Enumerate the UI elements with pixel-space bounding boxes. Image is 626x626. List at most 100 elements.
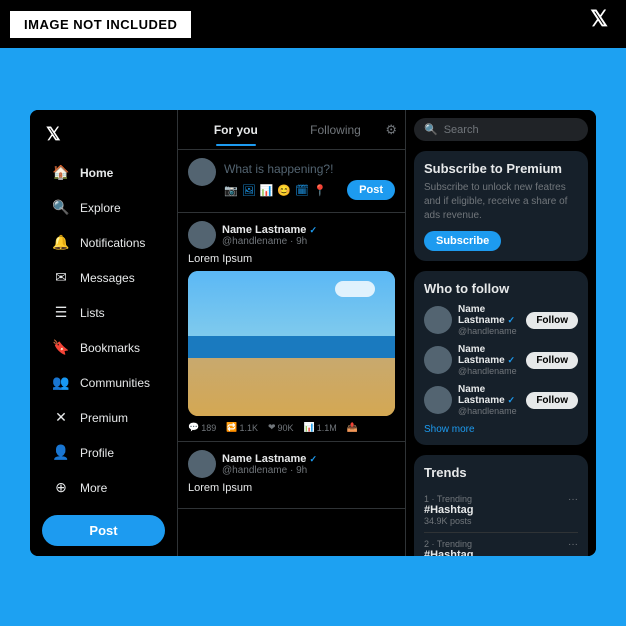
follow-info-2: Name Lastname ✓ @handlename <box>458 344 520 376</box>
settings-icon[interactable]: ⚙ <box>385 122 397 138</box>
schedule-icon[interactable]: 🗓 <box>295 184 309 197</box>
follow-item-1: Name Lastname ✓ @handlename Follow <box>424 304 578 336</box>
sidebar-label-lists: Lists <box>80 306 105 320</box>
lists-icon: ☰ <box>52 304 70 321</box>
reply-action[interactable]: 💬 189 <box>188 422 216 433</box>
tweet-user-info-1: Name Lastname ✓ @handlename · 9h <box>222 224 317 247</box>
follow-verified-2: ✓ <box>507 355 515 365</box>
x-logo-top: 𝕏 <box>590 6 608 32</box>
tweet-card-1: Name Lastname ✓ @handlename · 9h Lorem I… <box>178 213 405 442</box>
who-to-follow-title: Who to follow <box>424 281 578 296</box>
follow-name-1: Name Lastname ✓ <box>458 304 520 326</box>
sidebar-item-communities[interactable]: 👥 Communities <box>36 366 171 399</box>
sidebar-item-profile[interactable]: 👤 Profile <box>36 436 171 469</box>
tweet-text-1: Lorem Ipsum <box>188 253 395 265</box>
compose-placeholder[interactable]: What is happening?! <box>224 158 395 176</box>
tweet-name-2: Name Lastname ✓ <box>222 453 317 465</box>
gif-icon[interactable]: 🖼 <box>242 184 256 197</box>
follow-handle-2: @handlename <box>458 366 520 376</box>
tweet-header-2: Name Lastname ✓ @handlename · 9h <box>188 450 395 478</box>
sidebar-item-notifications[interactable]: 🔔 Notifications <box>36 226 171 259</box>
image-not-included-label: IMAGE NOT INCLUDED <box>10 11 191 38</box>
feed-tabs: For you Following ⚙ <box>178 110 405 150</box>
follow-name-3: Name Lastname ✓ <box>458 384 520 406</box>
tweet-user-info-2: Name Lastname ✓ @handlename · 9h <box>222 453 317 476</box>
tab-following[interactable]: Following <box>286 115 386 145</box>
sidebar: 𝕏 🏠 Home 🔍 Explore 🔔 Notifications ✉ Mes… <box>30 110 178 556</box>
right-sidebar: 🔍 Search Subscribe to Premium Subscribe … <box>406 110 596 556</box>
tweet-handle-2: @handlename · 9h <box>222 465 317 476</box>
emoji-icon[interactable]: 😊 <box>277 184 291 197</box>
search-icon: 🔍 <box>424 123 438 136</box>
premium-title: Subscribe to Premium <box>424 161 578 176</box>
tweet-avatar-2 <box>188 450 216 478</box>
follow-avatar-3 <box>424 386 452 414</box>
follow-button-3[interactable]: Follow <box>526 392 578 409</box>
search-bar[interactable]: 🔍 Search <box>414 118 588 141</box>
twitter-ui-container: 𝕏 🏠 Home 🔍 Explore 🔔 Notifications ✉ Mes… <box>30 110 596 556</box>
subscribe-button[interactable]: Subscribe <box>424 231 501 251</box>
sidebar-label-communities: Communities <box>80 376 150 390</box>
sidebar-label-home: Home <box>80 166 113 180</box>
sidebar-label-more: More <box>80 481 107 495</box>
sidebar-item-premium[interactable]: ✕ Premium <box>36 401 171 434</box>
tweet-header-1: Name Lastname ✓ @handlename · 9h <box>188 221 395 249</box>
share-action[interactable]: 📤 <box>347 422 358 433</box>
trend-posts-1: 34.9K posts <box>424 516 578 526</box>
profile-icon: 👤 <box>52 444 70 461</box>
poll-icon[interactable]: 📊 <box>260 184 274 197</box>
tweet-name-1: Name Lastname ✓ <box>222 224 317 236</box>
trend-dots-2[interactable]: ··· <box>568 539 578 550</box>
trend-dots-1[interactable]: ··· <box>568 494 578 505</box>
more-icon: ⊕ <box>52 479 70 496</box>
explore-icon: 🔍 <box>52 199 70 216</box>
follow-name-2: Name Lastname ✓ <box>458 344 520 366</box>
compose-actions: 📷 🖼 📊 😊 🗓 📍 Post <box>224 176 395 204</box>
verified-badge-1: ✓ <box>309 225 317 235</box>
home-icon: 🏠 <box>52 164 70 181</box>
like-action[interactable]: ❤ 90K <box>268 422 294 433</box>
location-icon[interactable]: 📍 <box>313 184 327 197</box>
tweet-text-2: Lorem Ipsum <box>188 482 395 494</box>
sidebar-item-lists[interactable]: ☰ Lists <box>36 296 171 329</box>
sidebar-label-profile: Profile <box>80 446 114 460</box>
trend-item-1[interactable]: 1 · Trending #Hashtag 34.9K posts ··· <box>424 488 578 533</box>
photo-icon[interactable]: 📷 <box>224 184 238 197</box>
sidebar-item-more[interactable]: ⊕ More <box>36 471 171 504</box>
views-action[interactable]: 📊 1.1M <box>304 422 337 433</box>
sidebar-item-bookmarks[interactable]: 🔖 Bookmarks <box>36 331 171 364</box>
show-more-link[interactable]: Show more <box>424 424 578 435</box>
trends-box: Trends 1 · Trending #Hashtag 34.9K posts… <box>414 455 588 556</box>
compose-avatar <box>188 158 216 186</box>
beach-cloud <box>335 281 375 297</box>
follow-item-2: Name Lastname ✓ @handlename Follow <box>424 344 578 376</box>
sidebar-item-explore[interactable]: 🔍 Explore <box>36 191 171 224</box>
retweet-action[interactable]: 🔁 1.1K <box>226 422 258 433</box>
tweet-handle-1: @handlename · 9h <box>222 236 317 247</box>
tweet-card-2: Name Lastname ✓ @handlename · 9h Lorem I… <box>178 442 405 509</box>
messages-icon: ✉ <box>52 269 70 286</box>
follow-item-3: Name Lastname ✓ @handlename Follow <box>424 384 578 416</box>
post-button[interactable]: Post <box>42 515 165 546</box>
compose-post-button[interactable]: Post <box>347 180 395 200</box>
sidebar-item-home[interactable]: 🏠 Home <box>36 156 171 189</box>
trend-category-2: 2 · Trending <box>424 539 578 549</box>
tab-for-you[interactable]: For you <box>186 115 286 145</box>
follow-button-1[interactable]: Follow <box>526 312 578 329</box>
trend-item-2[interactable]: 2 · Trending #Hashtag 34.9K posts ··· <box>424 533 578 556</box>
beach-sand <box>188 358 395 416</box>
trend-hashtag-1: #Hashtag <box>424 504 578 516</box>
tweet-avatar-1 <box>188 221 216 249</box>
trends-title: Trends <box>424 465 578 480</box>
sidebar-item-messages[interactable]: ✉ Messages <box>36 261 171 294</box>
premium-box: Subscribe to Premium Subscribe to unlock… <box>414 151 588 261</box>
sidebar-label-explore: Explore <box>80 201 121 215</box>
who-to-follow-box: Who to follow Name Lastname ✓ @handlenam… <box>414 271 588 445</box>
trend-category-1: 1 · Trending <box>424 494 578 504</box>
top-bar: IMAGE NOT INCLUDED 𝕏 <box>0 0 626 48</box>
follow-avatar-1 <box>424 306 452 334</box>
sidebar-label-premium: Premium <box>80 411 128 425</box>
tweet-actions-1: 💬 189 🔁 1.1K ❤ 90K 📊 1.1M 📤 <box>188 422 395 433</box>
follow-button-2[interactable]: Follow <box>526 352 578 369</box>
feed: For you Following ⚙ What is happening?! … <box>178 110 406 556</box>
